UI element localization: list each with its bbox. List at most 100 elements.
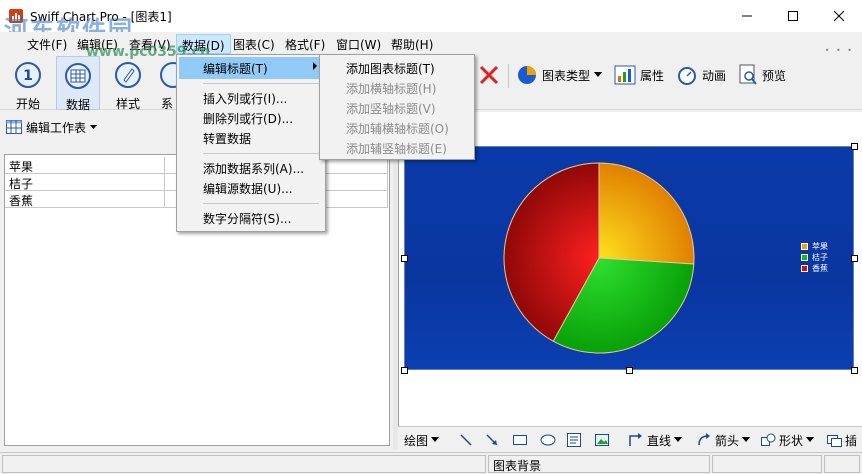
dropdown-arrow-icon xyxy=(431,437,440,442)
data-button-label: 数据 xyxy=(65,98,90,112)
shape-label: 形状 xyxy=(779,433,804,448)
connector-line-button[interactable]: 直线 xyxy=(628,431,683,449)
textbox-tool-button[interactable] xyxy=(566,431,582,449)
series-button[interactable]: 系 xyxy=(156,56,178,110)
animation-button[interactable]: 动画 xyxy=(676,62,726,88)
pie-slice-0[interactable] xyxy=(598,162,695,265)
chart-canvas[interactable]: 苹果 桔子 香蕉 xyxy=(404,146,854,370)
start-button-label: 开始 xyxy=(15,97,40,111)
delete-row-col-label: 删除列或行(D)... xyxy=(203,112,294,126)
add-y-axis-title-label: 添加竖轴标题(V) xyxy=(346,102,436,116)
insert-button[interactable]: 插 xyxy=(826,431,857,449)
add-chart-title-menu-item[interactable]: 添加图表标题(T) xyxy=(322,57,472,79)
transpose-menu-item[interactable]: 转置数据 xyxy=(179,127,323,149)
legend-item[interactable]: 苹果 xyxy=(801,241,828,252)
maximize-icon xyxy=(788,11,798,21)
arrow-tool-icon xyxy=(486,434,497,445)
curved-arrow-icon xyxy=(698,433,710,446)
resize-handle[interactable] xyxy=(626,367,633,374)
insert-icon xyxy=(827,435,842,447)
ellipse-tool-icon xyxy=(540,434,556,446)
start-button[interactable]: 1 开始 xyxy=(6,56,50,111)
table-cell[interactable]: 苹果 xyxy=(5,157,165,174)
style-button[interactable]: 样式 xyxy=(106,56,150,111)
minimize-icon xyxy=(742,15,752,17)
menu-chart[interactable]: 图表(C) xyxy=(228,34,280,54)
title-submenu: 添加图表标题(T) 添加横轴标题(H) 添加竖轴标题(V) 添加辅横轴标题(O)… xyxy=(319,54,475,160)
add-chart-title-label: 添加图表标题(T) xyxy=(346,62,435,76)
legend-label: 香蕉 xyxy=(812,264,828,273)
legend-item[interactable]: 香蕉 xyxy=(801,263,828,274)
maximize-button[interactable] xyxy=(770,0,816,32)
legend-label: 苹果 xyxy=(812,242,828,251)
legend-item[interactable]: 桔子 xyxy=(801,252,828,263)
insert-row-col-menu-item[interactable]: 插入列或行(I)... xyxy=(179,87,323,109)
dropdown-arrow-icon xyxy=(806,437,815,442)
table-cell[interactable]: 香蕉 xyxy=(5,191,165,208)
textbox-tool-icon xyxy=(567,433,581,447)
add-x-axis-title-menu-item: 添加横轴标题(H) xyxy=(322,77,472,99)
style-button-label: 样式 xyxy=(115,97,140,111)
minimize-button[interactable] xyxy=(724,0,770,32)
data-menu-dropdown: 编辑标题(T) 插入列或行(I)... 删除列或行(D)... 转置数据 添加数… xyxy=(176,54,326,232)
brush-icon xyxy=(115,62,141,88)
legend-swatch xyxy=(801,254,808,261)
menu-window[interactable]: 窗口(W) xyxy=(331,34,386,54)
edit-title-menu-item[interactable]: 编辑标题(T) xyxy=(179,57,323,79)
resize-handle[interactable] xyxy=(401,367,408,374)
table-icon xyxy=(6,120,22,134)
delete-row-col-menu-item[interactable]: 删除列或行(D)... xyxy=(179,107,323,129)
edit-source-label: 编辑源数据(U)... xyxy=(203,182,293,196)
legend-swatch xyxy=(801,265,808,272)
svg-text:1: 1 xyxy=(23,68,33,84)
arrow-tool-button[interactable] xyxy=(484,431,500,449)
shapes-icon xyxy=(761,433,776,446)
data-button[interactable]: 数据 xyxy=(56,56,100,112)
insert-label: 插 xyxy=(845,433,858,448)
line-tool-button[interactable] xyxy=(458,431,474,449)
line-tool-icon xyxy=(460,434,472,446)
submenu-arrow-icon xyxy=(313,62,317,70)
number-separator-menu-item[interactable]: 数字分隔符(S)... xyxy=(179,207,323,229)
draw-menu-button[interactable]: 绘图 xyxy=(404,431,440,449)
close-button[interactable] xyxy=(816,0,862,32)
arrow-style-button[interactable]: 箭头 xyxy=(696,431,751,449)
close-icon xyxy=(834,11,844,21)
edit-source-menu-item[interactable]: 编辑源数据(U)... xyxy=(179,177,323,199)
status-panel-selection: 图表背景 xyxy=(488,455,710,473)
edit-title-label: 编辑标题(T) xyxy=(203,62,268,76)
resize-handle[interactable] xyxy=(851,367,858,374)
rectangle-tool-button[interactable] xyxy=(512,431,528,449)
pie-chart[interactable] xyxy=(405,147,855,371)
resize-handle[interactable] xyxy=(851,143,858,150)
image-tool-button[interactable] xyxy=(594,431,610,449)
worksheet-header-label: 编辑工作表 xyxy=(26,120,87,135)
chart-type-button[interactable]: 图表类型 xyxy=(516,62,603,88)
table-cell[interactable]: 桔子 xyxy=(5,174,165,191)
menu-file[interactable]: 文件(F) xyxy=(4,34,72,54)
delete-button[interactable] xyxy=(478,62,500,88)
add-secondary-y-title-menu-item: 添加辅竖轴标题(E) xyxy=(322,137,472,159)
toolbar-separator xyxy=(508,64,509,88)
legend-swatch xyxy=(801,243,808,250)
worksheet-header[interactable]: 编辑工作表 xyxy=(6,116,98,138)
add-secondary-x-title-label: 添加辅横轴标题(O) xyxy=(346,122,449,136)
add-secondary-x-title-menu-item: 添加辅横轴标题(O) xyxy=(322,117,472,139)
resize-handle[interactable] xyxy=(401,255,408,262)
line-label: 直线 xyxy=(647,433,672,448)
menu-help-label: 帮助(H) xyxy=(391,38,434,52)
menu-help[interactable]: 帮助(H) xyxy=(386,34,438,54)
properties-button[interactable]: 属性 xyxy=(614,62,664,88)
arrow-label: 箭头 xyxy=(715,433,740,448)
ellipse-tool-button[interactable] xyxy=(540,431,556,449)
menu-window-label: 窗口(W) xyxy=(336,38,382,52)
rectangle-tool-icon xyxy=(513,435,527,445)
preview-button[interactable]: 预览 xyxy=(738,62,786,88)
transpose-label: 转置数据 xyxy=(203,132,252,146)
shape-button[interactable]: 形状 xyxy=(760,431,815,449)
menu-format[interactable]: 格式(F) xyxy=(280,34,330,54)
connector-icon xyxy=(629,433,642,446)
drawing-toolbar: 绘图 直线 箭头 形状 插 xyxy=(398,426,862,452)
resize-handle[interactable] xyxy=(851,255,858,262)
add-series-menu-item[interactable]: 添加数据系列(A)... xyxy=(179,157,323,179)
